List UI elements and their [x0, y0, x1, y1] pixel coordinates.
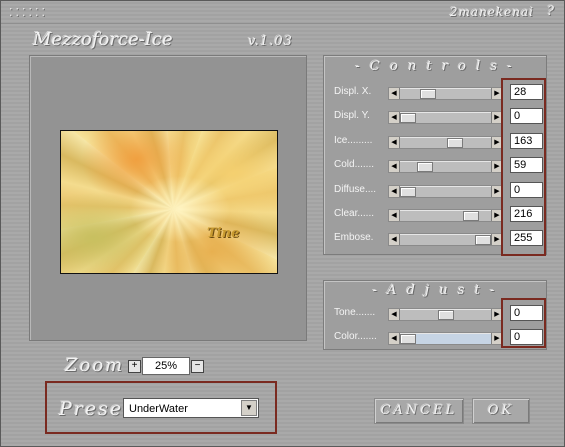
slider-left-arrow-icon[interactable]: ◀ [389, 136, 400, 148]
slider-label: Embose. [334, 232, 374, 244]
slider-label: Displ. Y. [334, 110, 370, 122]
slider-left-arrow-icon[interactable]: ◀ [389, 234, 400, 246]
adjust-title: - A d j u s t - [372, 283, 498, 298]
slider-left-arrow-icon[interactable]: ◀ [389, 210, 400, 221]
slider-left-arrow-icon[interactable]: ◀ [389, 88, 400, 99]
preview-panel: Tine [29, 55, 307, 341]
slider-track[interactable]: ◀ ▶ [388, 332, 503, 345]
zoom-out-button[interactable]: − [191, 360, 204, 373]
slider-thumb[interactable] [400, 186, 416, 197]
slider-track[interactable]: ◀ ▶ [388, 160, 503, 174]
slider-track[interactable]: ◀ ▶ [388, 87, 503, 100]
version-label: v.1.03 [248, 34, 293, 49]
slider-label: Tone....... [334, 307, 376, 318]
slider-label: Cold....... [334, 159, 375, 171]
slider-thumb[interactable] [400, 113, 416, 124]
preview-image[interactable]: Tine [60, 130, 278, 274]
controls-title: - C o n t r o l s - [355, 59, 515, 74]
slider-left-arrow-icon[interactable]: ◀ [389, 185, 400, 197]
slider-track[interactable]: ◀ ▶ [388, 308, 503, 321]
slider-label: Color....... [334, 331, 377, 342]
help-icon[interactable]: ? [547, 4, 554, 19]
zoom-value: 25% [142, 357, 190, 375]
app-name: Mezzoforce-Ice [33, 29, 173, 50]
slider-track[interactable]: ◀ ▶ [388, 233, 503, 247]
slider-left-arrow-icon[interactable]: ◀ [389, 161, 400, 173]
preset-dropdown[interactable]: UnderWater ▼ [123, 398, 259, 418]
slider-thumb[interactable] [447, 137, 463, 148]
slider-label: Displ. X. [334, 86, 372, 97]
slider-thumb[interactable] [475, 235, 491, 246]
slider-thumb[interactable] [463, 211, 479, 221]
title-bar: ⁚⁚⁚⁚⁚⁚ 2manekenai ? [1, 1, 564, 24]
slider-label: Clear...... [334, 208, 375, 219]
ok-button[interactable]: OK [472, 398, 530, 424]
author-label: 2manekenai [449, 5, 534, 19]
slider-left-arrow-icon[interactable]: ◀ [389, 112, 400, 124]
slider-track[interactable]: ◀ ▶ [388, 209, 503, 222]
slider-track[interactable]: ◀ ▶ [388, 184, 503, 198]
preset-label: Preset [59, 398, 133, 420]
controls-values-highlight [501, 78, 546, 256]
slider-left-arrow-icon[interactable]: ◀ [389, 333, 400, 344]
window-grip-dots[interactable]: ⁚⁚⁚⁚⁚⁚ [9, 6, 48, 19]
zoom-in-button[interactable]: + [128, 360, 141, 373]
slider-left-arrow-icon[interactable]: ◀ [389, 309, 400, 320]
slider-track[interactable]: ◀ ▶ [388, 111, 503, 125]
slider-thumb[interactable] [400, 334, 416, 344]
preset-selected: UnderWater [129, 403, 188, 415]
zoom-label: Zoom [65, 355, 125, 376]
slider-track[interactable]: ◀ ▶ [388, 135, 503, 149]
slider-thumb[interactable] [438, 310, 454, 320]
slider-thumb[interactable] [417, 162, 433, 173]
slider-thumb[interactable] [420, 89, 436, 99]
cancel-button[interactable]: CANCEL [374, 398, 464, 424]
watermark-logo: Tine [207, 226, 240, 241]
slider-label: Ice......... [334, 134, 373, 146]
chevron-down-icon[interactable]: ▼ [241, 400, 257, 416]
adjust-values-highlight [501, 298, 546, 348]
slider-label: Diffuse.... [334, 183, 377, 195]
plugin-window: ⁚⁚⁚⁚⁚⁚ 2manekenai ? Mezzoforce-Ice v.1.0… [0, 0, 565, 447]
